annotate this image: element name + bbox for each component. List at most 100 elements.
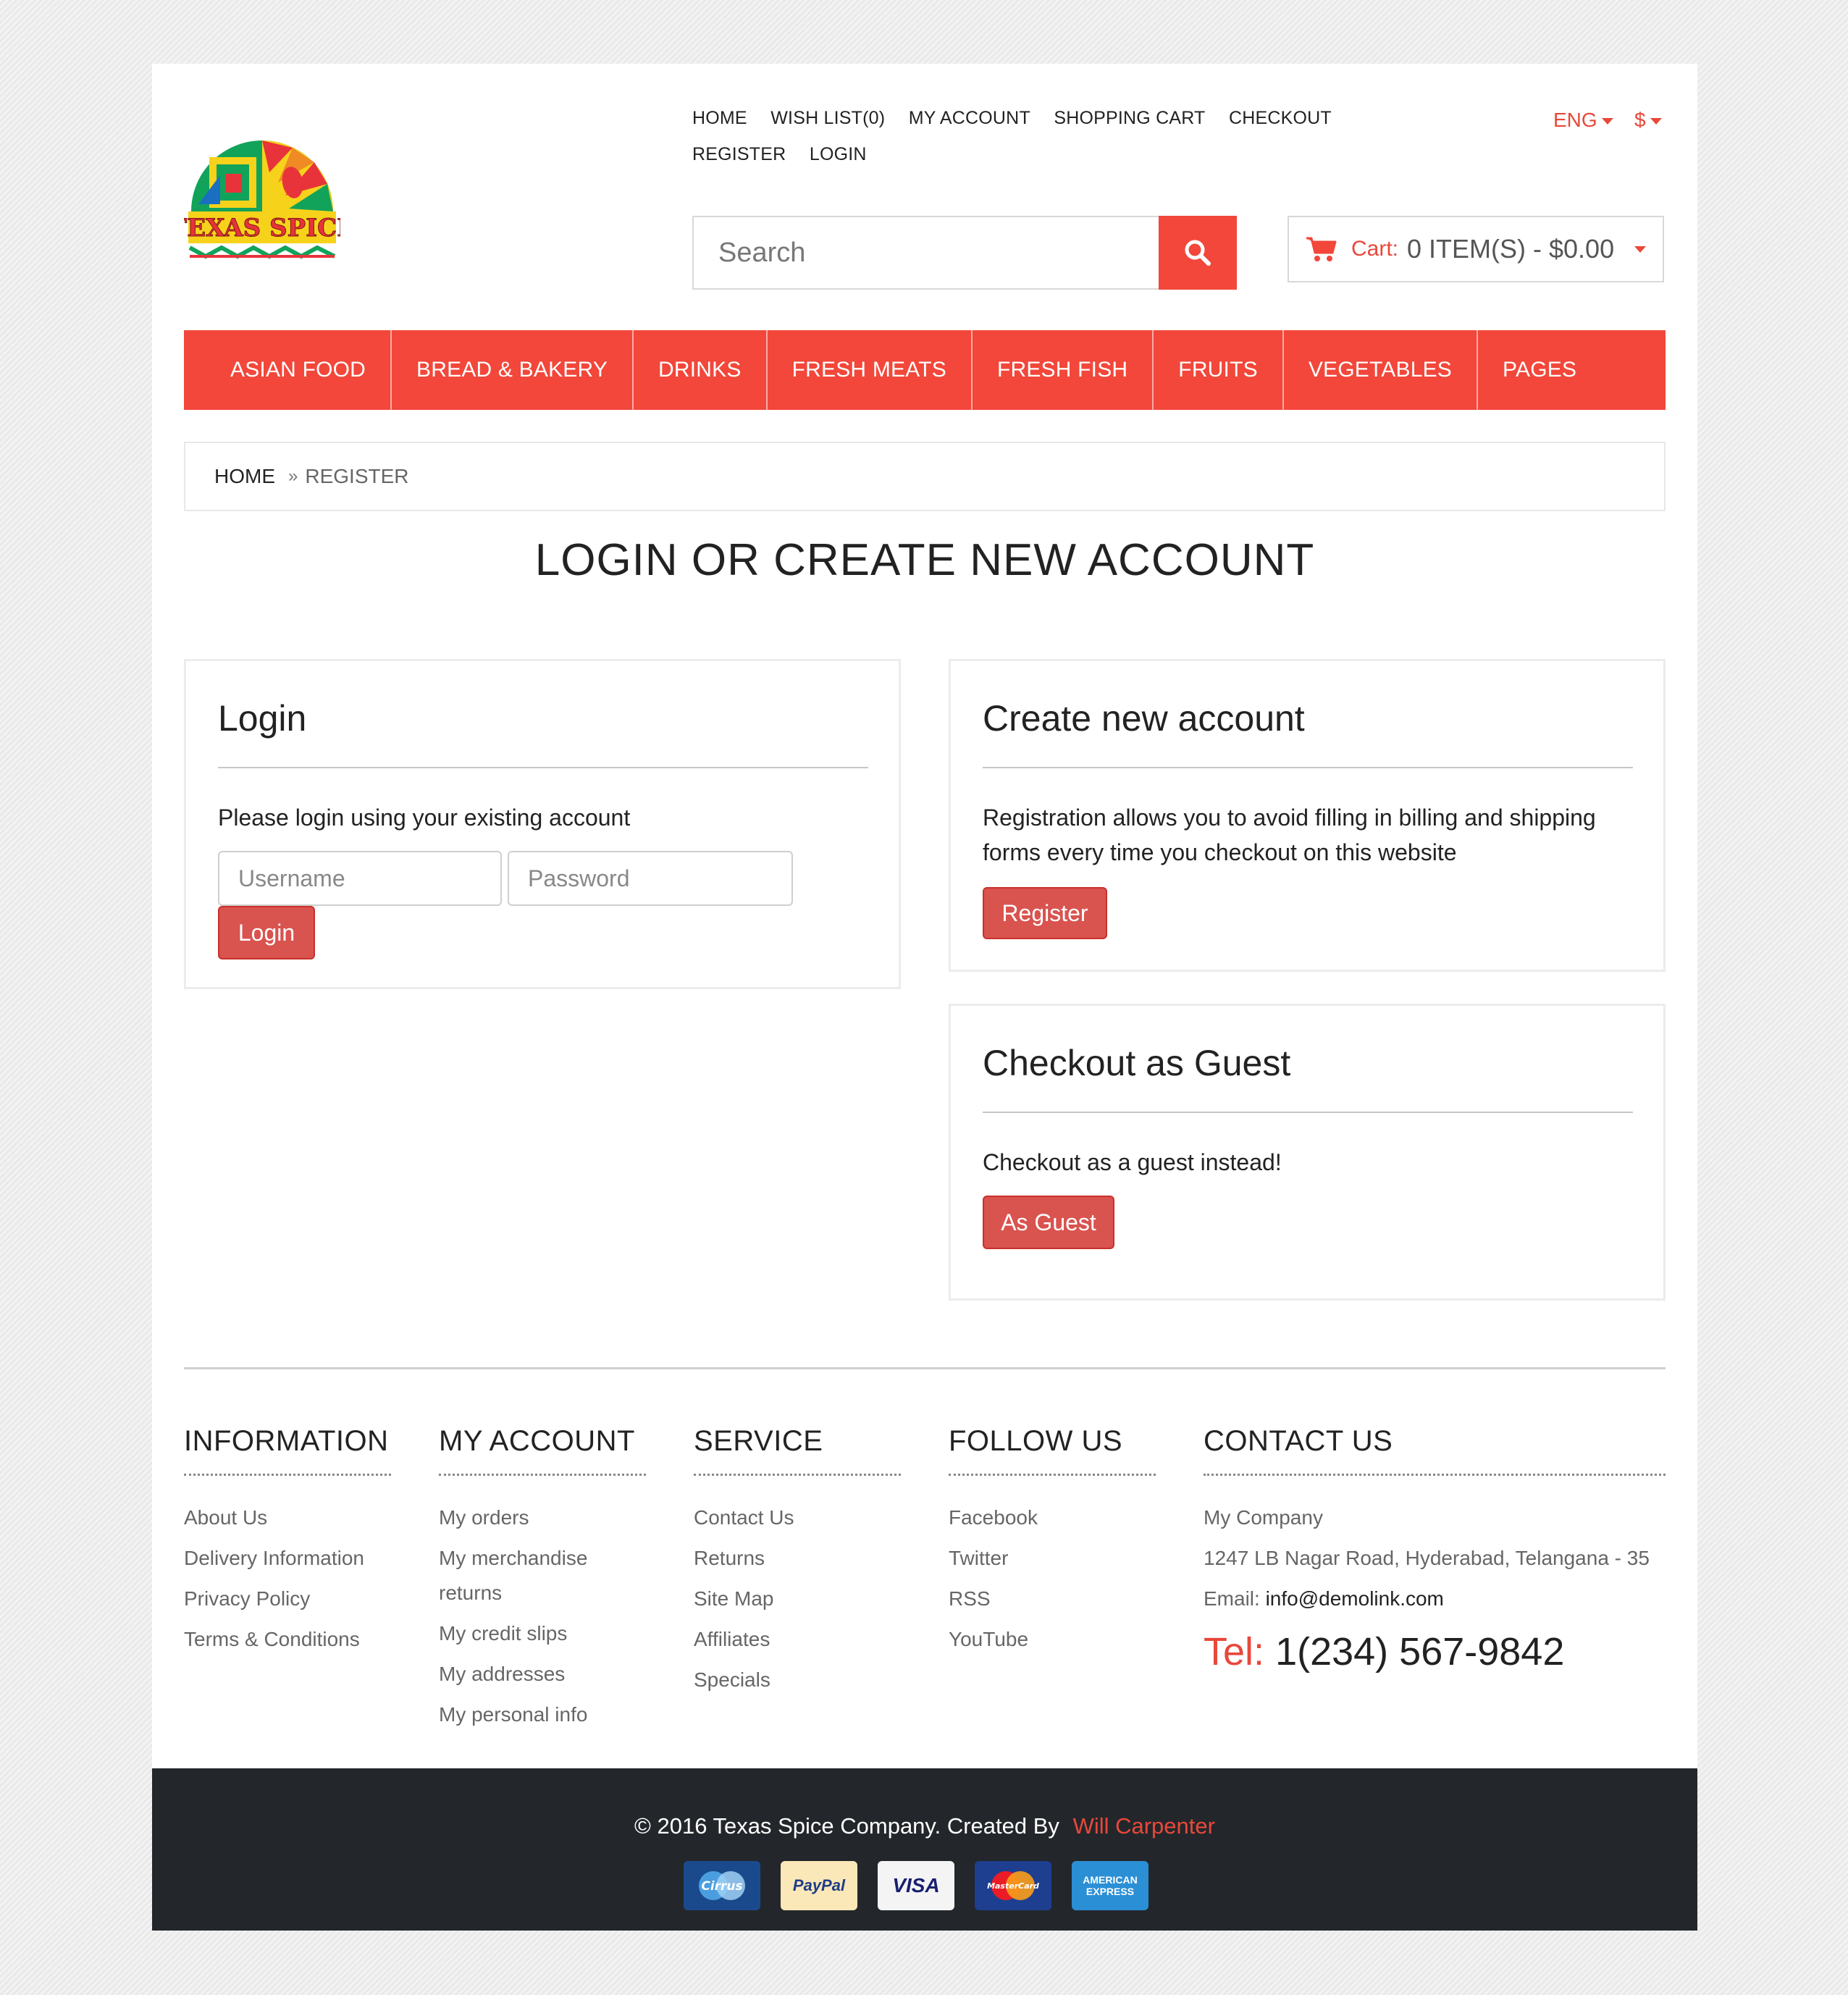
email-label: Email: xyxy=(1204,1587,1260,1610)
nav-pages[interactable]: PAGES xyxy=(1478,330,1601,410)
email-link[interactable]: info@demolink.com xyxy=(1266,1587,1444,1610)
divider xyxy=(949,1474,1156,1476)
cart-dropdown[interactable]: Cart: 0 ITEM(S) - $0.00 xyxy=(1288,216,1664,282)
tel-number[interactable]: 1(234) 567-9842 xyxy=(1275,1630,1564,1673)
footer-link[interactable]: Site Map xyxy=(694,1579,901,1619)
breadcrumb-separator: » xyxy=(288,466,298,486)
footer-link[interactable]: YouTube xyxy=(949,1619,1156,1660)
guest-title: Checkout as Guest xyxy=(983,1043,1291,1083)
toplink-register[interactable]: REGISTER xyxy=(692,136,786,172)
divider xyxy=(983,1112,1633,1113)
footer-link[interactable]: RSS xyxy=(949,1579,1156,1619)
nav-fruits[interactable]: FRUITS xyxy=(1154,330,1284,410)
toplink-shopping-cart[interactable]: SHOPPING CART xyxy=(1054,100,1205,136)
footer-link[interactable]: Returns xyxy=(694,1538,901,1579)
texas-spice-logo[interactable]: TEXAS SPICE xyxy=(184,103,340,269)
footer-link[interactable]: Affiliates xyxy=(694,1619,901,1660)
search-button[interactable] xyxy=(1159,216,1237,290)
toplink-checkout[interactable]: CHECKOUT xyxy=(1229,100,1332,136)
author-link[interactable]: Will Carpenter xyxy=(1073,1813,1215,1839)
login-panel: Login Please login using your existing a… xyxy=(184,659,901,989)
footer-link[interactable]: My addresses xyxy=(439,1654,646,1694)
nav-vegetables[interactable]: VEGETABLES xyxy=(1284,330,1479,410)
copyright: © 2016 Texas Spice Company. Created By W… xyxy=(152,1813,1697,1839)
currency-value: $ xyxy=(1634,109,1646,131)
as-guest-button[interactable]: As Guest xyxy=(983,1196,1114,1249)
page-title: LOGIN OR CREATE NEW ACCOUNT xyxy=(534,535,1315,585)
footer-service: SERVICE Contact Us Returns Site Map Affi… xyxy=(694,1425,901,1700)
chevron-down-icon xyxy=(1650,118,1662,125)
toplink-wishlist[interactable]: WISH LIST(0) xyxy=(770,100,885,136)
breadcrumb-home[interactable]: HOME xyxy=(214,465,275,488)
toplink-home[interactable]: HOME xyxy=(692,100,747,136)
footer-heading: CONTACT US xyxy=(1204,1425,1393,1457)
cirrus-card-icon: Cirrus xyxy=(684,1861,760,1910)
footer-link[interactable]: My credit slips xyxy=(439,1613,646,1654)
visa-card-icon: VISA xyxy=(878,1861,954,1910)
american-express-card-icon: AMERICAN EXPRESS xyxy=(1072,1861,1148,1910)
footer-heading: MY ACCOUNT xyxy=(439,1425,635,1457)
shopping-cart-icon xyxy=(1306,237,1337,261)
nav-drinks[interactable]: DRINKS xyxy=(634,330,768,410)
divider xyxy=(694,1474,901,1476)
register-panel: Create new account Registration allows y… xyxy=(949,659,1666,972)
footer-divider xyxy=(184,1367,1666,1369)
top-links: HOME WISH LIST(0) MY ACCOUNT SHOPPING CA… xyxy=(692,100,1373,172)
copyright-bar: © 2016 Texas Spice Company. Created By W… xyxy=(152,1768,1697,1931)
mastercard-icon: MasterCard xyxy=(975,1861,1051,1910)
nav-fresh-fish[interactable]: FRESH FISH xyxy=(973,330,1154,410)
footer-heading: FOLLOW US xyxy=(949,1425,1123,1457)
telephone: Tel: 1(234) 567-9842 xyxy=(1204,1629,1666,1674)
toplink-my-account[interactable]: MY ACCOUNT xyxy=(909,100,1030,136)
language-value: ENG xyxy=(1553,109,1597,131)
footer-link[interactable]: My personal info xyxy=(439,1694,646,1735)
guest-checkout-panel: Checkout as Guest Checkout as a guest in… xyxy=(949,1004,1666,1301)
cart-summary: 0 ITEM(S) - $0.00 xyxy=(1407,234,1615,264)
login-title: Login xyxy=(218,698,307,739)
divider xyxy=(184,1474,391,1476)
divider xyxy=(983,767,1633,768)
footer-link[interactable]: About Us xyxy=(184,1498,391,1538)
footer-link[interactable]: Terms & Conditions xyxy=(184,1619,391,1660)
footer-heading: SERVICE xyxy=(694,1425,823,1457)
footer-heading: INFORMATION xyxy=(184,1425,389,1457)
password-field[interactable] xyxy=(508,851,793,906)
chevron-down-icon xyxy=(1601,118,1613,125)
footer-link[interactable]: Specials xyxy=(694,1660,901,1700)
language-selector[interactable]: ENG xyxy=(1553,100,1613,140)
svg-text:Cirrus: Cirrus xyxy=(701,1879,742,1894)
register-description: Registration allows you to avoid filling… xyxy=(983,805,1596,865)
divider xyxy=(1204,1474,1666,1476)
nav-asian-food[interactable]: ASIAN FOOD xyxy=(184,330,392,410)
currency-selector[interactable]: $ xyxy=(1634,100,1662,140)
search-input[interactable] xyxy=(694,217,1159,288)
svg-text:MasterCard: MasterCard xyxy=(987,1881,1039,1891)
footer-link[interactable]: My merchandise returns xyxy=(439,1538,613,1613)
register-button[interactable]: Register xyxy=(983,887,1107,939)
search-icon xyxy=(1185,240,1211,266)
divider xyxy=(439,1474,646,1476)
footer-link[interactable]: Contact Us xyxy=(694,1498,901,1538)
chevron-down-icon xyxy=(1634,245,1647,253)
footer-link[interactable]: Delivery Information xyxy=(184,1538,391,1579)
breadcrumb: HOME » REGISTER xyxy=(184,442,1666,511)
footer-link[interactable]: Twitter xyxy=(949,1538,1156,1579)
footer-link[interactable]: Facebook xyxy=(949,1498,1156,1538)
toplink-login[interactable]: LOGIN xyxy=(810,136,867,172)
guest-description: Checkout as a guest instead! xyxy=(983,1149,1282,1175)
company-address: 1247 LB Nagar Road, Hyderabad, Telangana… xyxy=(1204,1547,1650,1569)
login-instructions: Please login using your existing account xyxy=(218,805,631,831)
login-button[interactable]: Login xyxy=(218,906,315,959)
email-line: Email: info@demolink.com xyxy=(1204,1579,1666,1619)
footer-my-account: MY ACCOUNT My orders My merchandise retu… xyxy=(439,1425,646,1735)
page-container: TEXAS SPICE HOME WISH LIST(0) MY ACCOUNT… xyxy=(152,64,1697,1931)
breadcrumb-current: REGISTER xyxy=(305,465,409,487)
username-field[interactable] xyxy=(218,851,502,906)
nav-fresh-meats[interactable]: FRESH MEATS xyxy=(768,330,973,410)
payment-cards: Cirrus PayPal VISA MasterCard AMERICAN E… xyxy=(684,1861,1148,1910)
nav-bread-bakery[interactable]: BREAD & BAKERY xyxy=(392,330,634,410)
footer-link[interactable]: Privacy Policy xyxy=(184,1579,391,1619)
category-nav: ASIAN FOOD BREAD & BAKERY DRINKS FRESH M… xyxy=(184,330,1666,410)
footer-link[interactable]: My orders xyxy=(439,1498,646,1538)
footer-follow-us: FOLLOW US Facebook Twitter RSS YouTube xyxy=(949,1425,1156,1660)
